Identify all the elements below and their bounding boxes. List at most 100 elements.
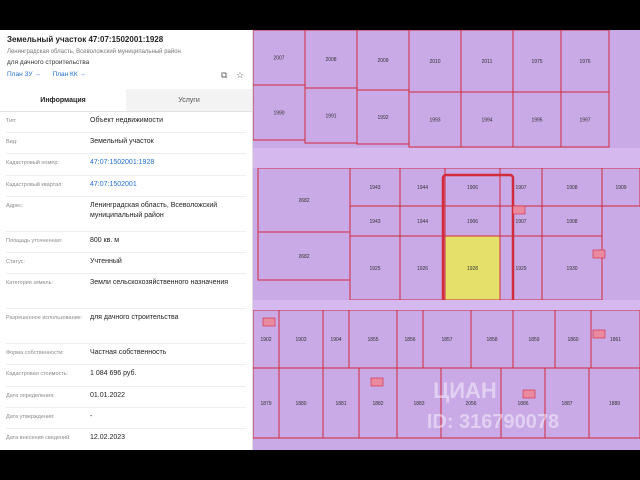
field-value: 01.01.2022 (90, 392, 126, 399)
building-marker (592, 249, 606, 259)
address-subtitle: Ленинградская область, Всеволожский муни… (7, 49, 181, 55)
parcel-number: 2008 (325, 57, 336, 63)
parcel-number: 1976 (579, 59, 590, 65)
field-label: Дата внесения сведений: (6, 435, 71, 441)
parcel-number: 1887 (561, 401, 572, 407)
parcel-number: 1907 (515, 219, 526, 225)
parcel-number: 1990 (273, 111, 284, 117)
field-value: Объект недвижимости (90, 117, 164, 124)
parcel-number: 2682 (298, 254, 309, 260)
star-icon[interactable]: ☆ (236, 70, 244, 80)
parcel-number: 1992 (377, 115, 388, 121)
parcel-number: 1995 (531, 118, 542, 124)
parcel-number: 1944 (417, 219, 428, 225)
map-canvas[interactable]: 2007 2008 2009 2010 2011 1975 1976 1990 1991 1992… (253, 30, 640, 450)
plan-zu-link[interactable]: План ЗУ → (7, 71, 41, 78)
parcel-number: 1930 (566, 266, 577, 272)
plan-kk-link[interactable]: План КК → (53, 71, 86, 78)
info-row: Дата внесения сведений: 12.02.2023 (6, 429, 246, 450)
parcel-number: 1861 (610, 337, 621, 343)
parcel-number: 1906 (467, 219, 478, 225)
info-row: Адрес: Ленинградская область, Всеволожски… (6, 197, 246, 232)
parcel-number: 1883 (413, 401, 424, 407)
field-value: Частная собственность (90, 349, 167, 356)
parcel-number: 1993 (429, 118, 440, 124)
app-window: Земельный участок 47:07:1502001:1928 Лен… (0, 30, 640, 450)
parcel-number: 1944 (417, 185, 428, 191)
info-row: Кадастровый номер: 47:07:1502001:1928 (6, 154, 246, 176)
parcel-number: 1907 (515, 185, 526, 191)
building-marker (370, 377, 384, 387)
copy-icon[interactable]: ⧉ (221, 70, 227, 80)
field-value: 12.02.2023 (90, 434, 126, 441)
parcel-number: 1929 (515, 266, 526, 272)
page-title: Земельный участок 47:07:1502001:1928 (7, 35, 164, 44)
info-row: Дата утверждения: - (6, 408, 246, 429)
field-value-link[interactable]: 47:07:1502001:1928 (90, 154, 246, 175)
field-value: Земельный участок (90, 138, 154, 145)
field-label: Категория земель: (6, 280, 54, 286)
parcel-number: 2011 (482, 59, 493, 65)
parcel-number: 1925 (369, 266, 380, 272)
parcel-number: 1975 (531, 59, 542, 65)
info-row: Разрешенное использование: для дачного ст… (6, 309, 246, 344)
header-actions: ⧉ ☆ (215, 70, 244, 81)
parcel-number: 1991 (325, 114, 336, 120)
field-label: Кадастровый квартал: (6, 182, 63, 188)
building-marker (512, 205, 526, 215)
parcel-number: 1904 (330, 337, 341, 343)
parcel-number: 1880 (295, 401, 306, 407)
usage-purpose: для дачного строительства (7, 59, 90, 66)
field-label: Кадастровый номер: (6, 160, 59, 166)
parcel-number: 1859 (528, 337, 539, 343)
field-label: Статус: (6, 259, 25, 265)
field-value: Земли сельскохозяйственного назначения (90, 279, 229, 286)
parcel-number: 1855 (367, 337, 378, 343)
field-value: - (90, 413, 93, 420)
parcel-number: 2007 (273, 56, 284, 62)
watermark: ЦИАН (433, 378, 497, 403)
field-value: для дачного строительства (90, 314, 179, 321)
parcel-number: 1909 (615, 185, 626, 191)
info-row: Форма собственности: Частная собственност… (6, 344, 246, 365)
parcel-number: 1879 (260, 401, 271, 407)
tab-services[interactable]: Услуги (126, 89, 252, 111)
field-label: Дата определения: (6, 393, 55, 399)
parcel-number: 1857 (441, 337, 452, 343)
parcel-number: 1858 (486, 337, 497, 343)
parcel-number: 2682 (298, 198, 309, 204)
parcel-number: 1886 (517, 401, 528, 407)
info-row: Дата определения: 01.01.2022 (6, 387, 246, 408)
info-row: Кадастровая стоимость: 1 084 696 руб. (6, 365, 246, 387)
parcel-number: 1943 (369, 219, 380, 225)
info-panel: Земельный участок 47:07:1502001:1928 Лен… (0, 30, 253, 450)
parcel-number: 1926 (417, 266, 428, 272)
panel-header: Земельный участок 47:07:1502001:1928 Лен… (0, 30, 252, 89)
field-value: Учтенный (90, 258, 122, 265)
field-value-link[interactable]: 47:07:1502001 (90, 176, 246, 196)
plan-links: План ЗУ → План КК → (7, 71, 245, 78)
field-value: 1 084 696 руб. (90, 370, 137, 377)
building-marker (592, 329, 606, 339)
parcel-number: 1856 (404, 337, 415, 343)
field-label: Адрес: (6, 203, 24, 209)
field-value: 800 кв. м (90, 237, 120, 244)
cadastral-map[interactable]: 2007 2008 2009 2010 2011 1975 1976 1990 1991 1992… (253, 30, 640, 450)
info-row: Категория земель: Земли сельскохозяйствен… (6, 274, 246, 309)
field-label: Разрешенное использование: (6, 315, 83, 321)
parcel-number: 1903 (295, 337, 306, 343)
parcel-number: 1860 (567, 337, 578, 343)
tab-bar: Информация Услуги (0, 89, 252, 112)
watermark-id: ID: 316790078 (427, 411, 559, 433)
field-label: Вид: (6, 139, 18, 145)
info-row: Площадь уточненная: 800 кв. м (6, 232, 246, 253)
parcel-number: 2010 (429, 59, 440, 65)
road (253, 300, 640, 310)
parcel-number: 1928 (467, 266, 478, 272)
parcel-number: 2009 (377, 58, 388, 64)
field-label: Дата утверждения: (6, 414, 55, 420)
parcel-number: 1994 (481, 118, 492, 124)
parcel-number: 1997 (579, 118, 590, 124)
info-row: Вид: Земельный участок (6, 133, 246, 154)
tab-info[interactable]: Информация (0, 89, 126, 111)
